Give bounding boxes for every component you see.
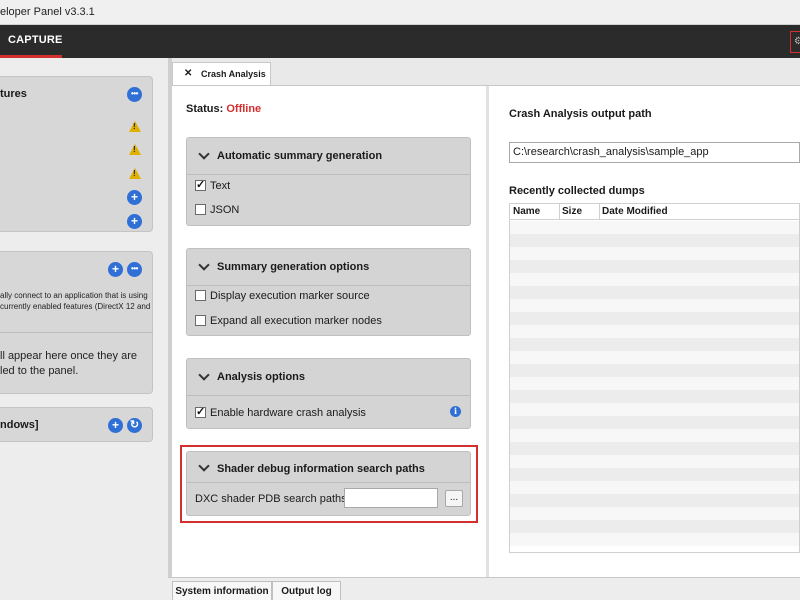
status-label: Status: <box>186 103 224 115</box>
table-row <box>510 429 799 442</box>
tab-output-log[interactable]: Output log <box>272 581 341 600</box>
more-icon[interactable]: ••• <box>127 262 142 277</box>
summary-generation-title: Automatic summary generation <box>217 150 383 162</box>
column-divider[interactable] <box>559 204 560 220</box>
table-row <box>510 377 799 390</box>
table-row <box>510 234 799 247</box>
expand-marker-nodes-checkbox[interactable] <box>195 315 206 326</box>
output-path-input[interactable]: C:\research\crash_analysis\sample_app <box>509 142 800 163</box>
table-row <box>510 273 799 286</box>
summary-options-header[interactable]: Summary generation options <box>187 249 470 285</box>
status-value: Offline <box>226 103 262 115</box>
table-row <box>510 403 799 416</box>
summary-options-group: Summary generation options Display execu… <box>186 248 471 336</box>
add-icon[interactable]: + <box>108 418 123 433</box>
output-path-label: Crash Analysis output path <box>509 108 652 120</box>
column-header-name[interactable]: Name <box>513 206 540 217</box>
table-row <box>510 468 799 481</box>
table-row <box>510 286 799 299</box>
apps-placeholder-line2: led to the panel. <box>0 365 79 377</box>
display-marker-source-label: Display execution marker source <box>210 290 370 302</box>
add-icon[interactable]: + <box>108 262 123 277</box>
table-row <box>510 442 799 455</box>
highlight-box <box>180 445 478 523</box>
display-marker-source-checkbox[interactable] <box>195 290 206 301</box>
table-row <box>510 325 799 338</box>
connect-description-line1: ally connect to an application that is u… <box>0 291 148 300</box>
table-row <box>510 533 799 546</box>
chevron-down-icon <box>198 369 210 381</box>
table-row <box>510 507 799 520</box>
connect-card: + ••• ally connect to an application tha… <box>0 251 153 394</box>
table-row <box>510 312 799 325</box>
connect-description-line2: currently enabled features (DirectX 12 a… <box>0 302 151 311</box>
add-icon[interactable]: + <box>127 214 142 229</box>
table-row <box>510 351 799 364</box>
info-icon[interactable]: i <box>450 406 461 417</box>
hardware-crash-analysis-label: Enable hardware crash analysis <box>210 407 366 419</box>
title-bar: eloper Panel v3.3.1 <box>0 0 800 25</box>
table-row <box>510 364 799 377</box>
chevron-down-icon <box>198 148 210 160</box>
warning-icon <box>129 144 141 155</box>
group-separator <box>187 174 470 175</box>
text-checkbox[interactable] <box>195 178 206 191</box>
chevron-down-icon <box>198 259 210 271</box>
card-divider <box>0 332 153 333</box>
status-line: Status: Offline <box>186 103 261 115</box>
recent-dumps-label: Recently collected dumps <box>509 185 645 197</box>
column-header-date-modified[interactable]: Date Modified <box>602 206 668 217</box>
tab-capture[interactable]: CAPTURE <box>0 25 62 58</box>
table-row <box>510 221 799 234</box>
table-row <box>510 260 799 273</box>
group-separator <box>187 285 470 286</box>
features-card: tures ••• + + <box>0 76 153 232</box>
refresh-icon[interactable]: ↻ <box>127 418 142 433</box>
summary-options-title: Summary generation options <box>217 261 370 273</box>
left-pane: tures ••• + + + ••• ally connect to an a… <box>0 58 168 600</box>
panel-divider[interactable] <box>486 86 489 577</box>
column-divider[interactable] <box>599 204 600 220</box>
windows-card: ndows] + ↻ <box>0 407 153 442</box>
expand-marker-nodes-label: Expand all execution marker nodes <box>210 315 382 327</box>
tab-capture-label: CAPTURE <box>8 34 63 46</box>
table-row <box>510 481 799 494</box>
features-card-title: tures <box>0 88 27 100</box>
add-icon[interactable]: + <box>127 190 142 205</box>
group-separator <box>187 395 470 396</box>
table-row <box>510 494 799 507</box>
table-row <box>510 338 799 351</box>
apps-placeholder-line1: ll appear here once they are <box>0 350 137 362</box>
more-icon[interactable]: ••• <box>127 87 142 102</box>
table-row <box>510 416 799 429</box>
json-checkbox-label: JSON <box>210 204 240 216</box>
analysis-options-group: Analysis options Enable hardware crash a… <box>186 358 471 429</box>
table-row <box>510 520 799 533</box>
close-icon[interactable]: ✕ <box>184 68 192 79</box>
column-header-size[interactable]: Size <box>562 206 582 217</box>
window-title: eloper Panel v3.3.1 <box>0 6 95 18</box>
summary-generation-group: Automatic summary generation Text JSON <box>186 137 471 226</box>
tab-system-information[interactable]: System information <box>172 581 272 600</box>
table-row <box>510 390 799 403</box>
top-nav: CAPTURE ⚙ <box>0 25 800 58</box>
table-row <box>510 455 799 468</box>
warning-icon <box>129 121 141 132</box>
recent-dumps-table: Name Size Date Modified <box>509 203 800 553</box>
analysis-options-header[interactable]: Analysis options <box>187 359 470 395</box>
warning-icon <box>129 168 141 179</box>
windows-card-title: ndows] <box>0 419 39 431</box>
hardware-crash-analysis-checkbox[interactable] <box>195 405 206 418</box>
text-checkbox-label: Text <box>210 180 231 192</box>
analysis-options-title: Analysis options <box>217 371 306 383</box>
tab-crash-analysis-label: Crash Analysis <box>201 69 266 79</box>
table-header: Name Size Date Modified <box>510 204 799 220</box>
table-row <box>510 299 799 312</box>
gear-icon[interactable]: ⚙ <box>790 31 800 53</box>
tab-crash-analysis[interactable]: ✕ Crash Analysis <box>172 62 271 85</box>
summary-generation-header[interactable]: Automatic summary generation <box>187 138 470 174</box>
table-row <box>510 247 799 260</box>
json-checkbox[interactable] <box>195 204 206 215</box>
